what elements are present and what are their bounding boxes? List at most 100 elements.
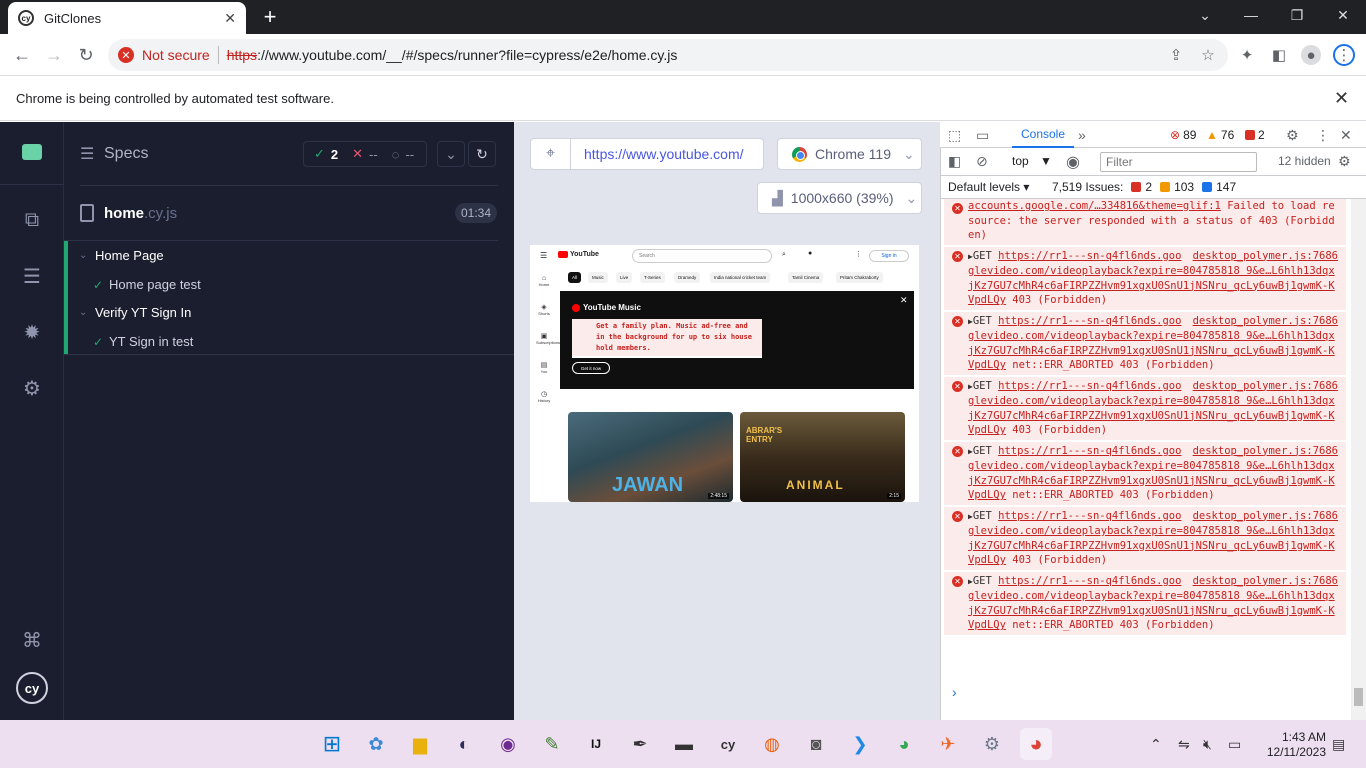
extensions-puzzle-icon[interactable]: ✦ — [1237, 45, 1257, 65]
message-source[interactable]: desktop_polymer.js:7686 — [1193, 249, 1338, 264]
banner-close-icon[interactable]: ✕ — [900, 295, 908, 306]
terminal-icon[interactable]: ▬ — [668, 728, 700, 760]
bookmark-star-icon[interactable]: ☆ — [1198, 45, 1218, 65]
warning-count[interactable]: ▲ 76 — [1206, 128, 1234, 142]
yt-side-home[interactable]: ⌂ Home — [536, 275, 552, 287]
banner-cta-button[interactable]: Get it now — [572, 362, 610, 374]
new-tab-button[interactable]: + — [258, 4, 282, 30]
collapse-chevron-icon[interactable]: ⌄ — [437, 141, 465, 167]
keyboard-shortcuts-icon[interactable]: ⌘ — [16, 624, 48, 656]
suite-title[interactable]: Verify YT Sign In — [95, 305, 191, 320]
tab-close-icon[interactable]: ✕ — [224, 10, 236, 27]
clear-console-icon[interactable]: ⊘ — [976, 153, 988, 170]
side-panel-icon[interactable]: ◧ — [1269, 45, 1289, 65]
yt-chip[interactable]: All — [568, 272, 582, 283]
yt-chip[interactable]: T-Series — [640, 272, 665, 283]
network-icon[interactable]: ⇋ — [1178, 736, 1190, 753]
context-selector[interactable]: top ▼ — [1012, 154, 1052, 168]
youtube-preview[interactable]: ☰ YouTube Search ⌕ ● ⋮ Sign in All Music… — [530, 245, 919, 502]
issues-summary[interactable]: 7,519 Issues: 2 103 147 — [1052, 180, 1236, 194]
specs-menu-icon[interactable]: ☰ — [80, 144, 94, 164]
github-desktop-icon[interactable]: ◉ — [492, 728, 524, 760]
specs-title[interactable]: Specs — [104, 145, 148, 163]
message-source[interactable]: desktop_polymer.js:7686 — [1193, 314, 1338, 329]
address-bar[interactable]: ✕ Not secure https://www.youtube.com/__/… — [108, 39, 1228, 71]
spec-file-name[interactable]: home.cy.js — [104, 205, 177, 222]
battery-icon[interactable]: ▭ — [1228, 736, 1241, 753]
cypress-app-icon[interactable]: cy — [712, 728, 744, 760]
yt-logo[interactable]: YouTube — [558, 251, 599, 258]
suite-title[interactable]: Home Page — [95, 248, 164, 263]
test-title[interactable]: Home page test — [109, 277, 201, 292]
menu-kebab-icon[interactable]: ⋮ — [1333, 44, 1355, 66]
console-error-message[interactable]: ✕ desktop_polymer.js:7686 ▶GET https://r… — [944, 376, 1346, 442]
debug-bug-icon[interactable]: ✹ — [16, 316, 48, 348]
video-thumbnail[interactable]: ABRAR'S ENTRY ANIMAL 2:15 — [740, 412, 905, 502]
project-logo-icon[interactable] — [16, 136, 48, 168]
notepad-plus-icon[interactable]: ✎ — [536, 728, 568, 760]
live-expression-eye-icon[interactable]: ◉ — [1066, 152, 1080, 172]
selector-playground-icon[interactable]: ⌖ — [531, 139, 571, 169]
share-icon[interactable]: ⇪ — [1166, 45, 1186, 65]
eclipse-icon[interactable]: ◐ — [448, 728, 480, 760]
yt-menu-icon[interactable]: ☰ — [540, 251, 547, 260]
yt-search-icon[interactable]: ⌕ — [782, 251, 786, 259]
rerun-icon[interactable]: ↻ — [468, 141, 496, 167]
git-pen-icon[interactable]: ✒ — [624, 728, 656, 760]
yt-mic-icon[interactable]: ● — [808, 250, 812, 257]
issues-badge[interactable]: 2 — [1245, 128, 1265, 142]
maximize-button[interactable]: ❐ — [1274, 0, 1320, 30]
yt-chip[interactable]: Tamil Cinema — [788, 272, 824, 283]
console-scrollbar[interactable] — [1351, 199, 1366, 720]
back-button[interactable]: ← — [8, 41, 36, 69]
yt-side-shorts[interactable]: ◈ Shorts — [536, 303, 552, 316]
console-error-message[interactable]: ✕ desktop_polymer.js:7686 ▶GET https://r… — [944, 571, 1346, 637]
scrollbar-thumb[interactable] — [1354, 688, 1363, 706]
viewport-selector[interactable]: ▟ 1000x660 (39%) ⌄ — [757, 182, 922, 214]
yt-side-you[interactable]: ▤ You — [536, 361, 552, 374]
sidebar-toggle-icon[interactable]: ◧ — [948, 153, 961, 170]
browser-selector[interactable]: Chrome 119 ⌄ — [777, 138, 922, 170]
close-window-button[interactable]: ✕ — [1320, 0, 1366, 30]
yt-side-subscriptions[interactable]: ▣ Subscriptions — [536, 332, 560, 345]
infobar-close-icon[interactable]: ✕ — [1334, 88, 1349, 109]
aut-url-bar[interactable]: ⌖ https://www.youtube.com/ — [530, 138, 764, 170]
tab-console[interactable]: Console — [1012, 122, 1074, 148]
console-error-message[interactable]: ✕ desktop_polymer.js:7686 ▶GET https://r… — [944, 441, 1346, 507]
chrome-active-icon[interactable]: ◕ — [1020, 728, 1052, 760]
forward-button[interactable]: → — [40, 41, 68, 69]
file-explorer-icon[interactable]: ▆ — [404, 728, 436, 760]
yt-chip[interactable]: Dramedy — [674, 272, 701, 283]
message-source[interactable]: desktop_polymer.js:7686 — [1193, 574, 1338, 589]
message-source[interactable]: desktop_polymer.js:7686 — [1193, 444, 1338, 459]
console-settings-gear-icon[interactable]: ⚙ — [1338, 153, 1351, 170]
more-tabs-icon[interactable]: » — [1078, 127, 1086, 143]
log-levels-dropdown[interactable]: Default levels ▾ — [948, 180, 1029, 194]
yt-kebab-icon[interactable]: ⋮ — [855, 250, 862, 258]
suite-chevron-icon[interactable]: ⌄ — [79, 307, 87, 318]
chrome-profile-icon[interactable]: ◕ — [888, 728, 920, 760]
minimize-button[interactable]: — — [1228, 0, 1274, 30]
start-windows-icon[interactable]: ⊞ — [316, 728, 348, 760]
console-error-message[interactable]: ✕ accounts.google.com/…334816&theme=glif… — [944, 199, 1346, 247]
device-toolbar-icon[interactable]: ▭ — [976, 127, 989, 144]
specs-list-icon[interactable]: ☰ — [16, 260, 48, 292]
profile-avatar-icon[interactable]: ● — [1301, 45, 1321, 65]
yt-chip[interactable]: Pritam Chakraborty — [836, 272, 883, 283]
yt-chip[interactable]: Music — [588, 272, 608, 283]
settings-gear-icon[interactable]: ⚙ — [16, 372, 48, 404]
console-error-message[interactable]: ✕ desktop_polymer.js:7686 ▶GET https://r… — [944, 246, 1346, 312]
video-thumbnail[interactable]: JAWAN 2:48:15 — [568, 412, 733, 502]
vscode-icon[interactable]: ❯ — [844, 728, 876, 760]
error-count[interactable]: ⊗ 89 — [1170, 128, 1196, 142]
console-prompt-icon[interactable]: › — [952, 684, 957, 700]
cypress-logo-icon[interactable]: cy — [16, 672, 48, 704]
postman-icon[interactable]: ✈ — [932, 728, 964, 760]
yt-chip[interactable]: Live — [616, 272, 633, 283]
devtools-kebab-icon[interactable]: ⋮ — [1316, 127, 1330, 144]
yt-side-history[interactable]: ◷ History — [536, 390, 552, 403]
message-source[interactable]: desktop_polymer.js:7686 — [1193, 509, 1338, 524]
browser-tab[interactable]: cy GitClones ✕ — [8, 2, 246, 34]
devtools-close-icon[interactable]: ✕ — [1340, 127, 1352, 144]
console-error-message[interactable]: ✕ desktop_polymer.js:7686 ▶GET https://r… — [944, 311, 1346, 377]
